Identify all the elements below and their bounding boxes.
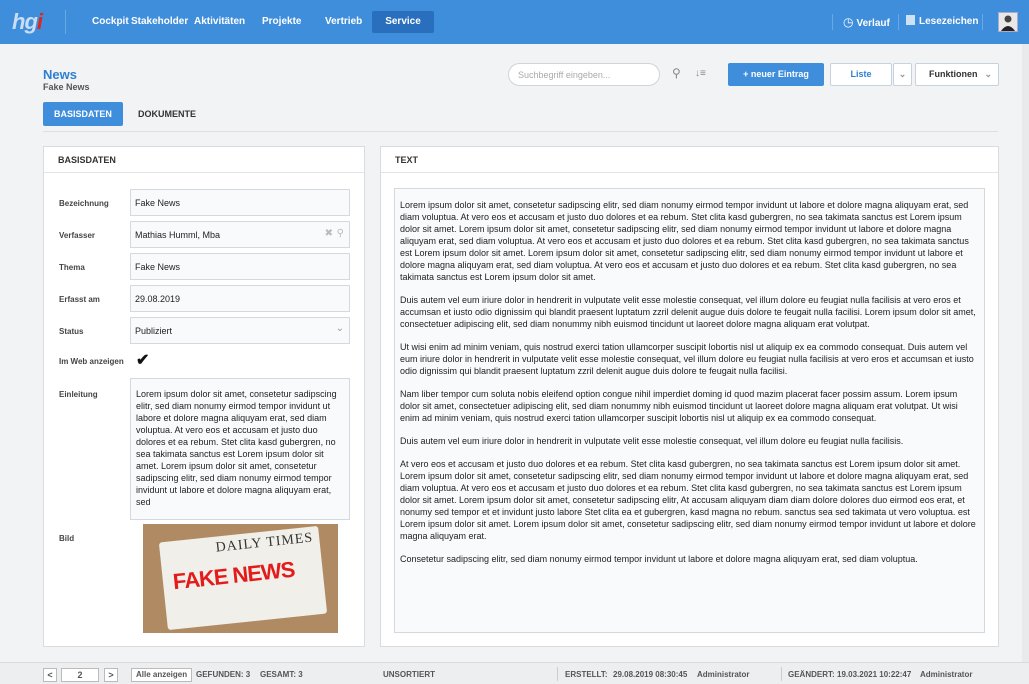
created-by: Administrator	[697, 670, 750, 679]
sort-status: UNSORTIERT	[383, 670, 435, 679]
nav-vertrieb[interactable]: Vertrieb	[314, 0, 373, 44]
status-select[interactable]: Publiziert ⌄	[130, 317, 350, 344]
next-page-button[interactable]: >	[104, 668, 118, 682]
clock-icon: ◷	[843, 15, 854, 29]
total-count: GESAMT: 3	[260, 670, 303, 679]
list-button[interactable]: Liste	[830, 63, 892, 86]
text-paragraph: Ut wisi enim ad minim veniam, quis nostr…	[400, 342, 974, 376]
avatar[interactable]	[998, 12, 1018, 32]
einleitung-label: Einleitung	[59, 390, 98, 399]
footer-divider	[557, 667, 558, 681]
functions-dropdown[interactable]: Funktionen ⌄	[915, 63, 999, 86]
erfasst-field[interactable]: 29.08.2019	[130, 285, 350, 312]
clear-icon[interactable]: ✖	[325, 228, 333, 239]
tabs-divider	[43, 131, 998, 132]
changed-by: Administrator	[920, 670, 973, 679]
einleitung-textarea[interactable]: Lorem ipsum dolor sit amet, consetetur s…	[130, 378, 350, 520]
text-editor[interactable]: Lorem ipsum dolor sit amet, consetetur s…	[394, 188, 985, 633]
bezeichnung-field[interactable]: Fake News	[130, 189, 350, 216]
verlauf-button[interactable]: ◷ Verlauf	[843, 0, 890, 44]
newspaper-headline: FAKE NEWS	[171, 556, 296, 595]
nav-divider	[832, 14, 833, 30]
text-paragraph: Duis autem vel eum iriure dolor in hendr…	[400, 295, 976, 329]
chevron-down-icon[interactable]: ⌄	[893, 63, 912, 86]
status-label: Status	[59, 327, 84, 336]
logo-text: hg	[12, 9, 38, 34]
user-avatar-icon	[999, 13, 1017, 31]
nav-projekte[interactable]: Projekte	[251, 0, 312, 44]
panel-heading: TEXT	[381, 147, 998, 173]
page-subtitle: Fake News	[43, 82, 90, 92]
news-image[interactable]: DAILY TIMES FAKE NEWS	[143, 524, 338, 633]
bezeichnung-label: Bezeichnung	[59, 199, 109, 208]
logo-i: i	[36, 9, 43, 34]
tab-dokumente[interactable]: DOKUMENTE	[127, 102, 207, 126]
changed-timestamp: 19.03.2021 10:22:47	[837, 670, 912, 679]
new-entry-button[interactable]: + neuer Eintrag	[728, 63, 824, 86]
status-footer: < 2 > Alle anzeigen GEFUNDEN: 3 GESAMT: …	[0, 662, 1029, 684]
erfasst-label: Erfasst am	[59, 295, 100, 304]
verlauf-label: Verlauf	[856, 18, 890, 29]
text-paragraph: At vero eos et accusam et justo duo dolo…	[400, 459, 976, 541]
thema-label: Thema	[59, 263, 85, 272]
app-logo[interactable]: hgi	[12, 9, 43, 35]
web-label: Im Web anzeigen	[59, 357, 124, 366]
text-paragraph: Consetetur sadipscing elitr, sed diam no…	[400, 554, 918, 564]
verfasser-field[interactable]: Mathias Humml, Mba ✖ ⚲	[130, 221, 350, 248]
newspaper-graphic: DAILY TIMES FAKE NEWS	[158, 525, 328, 631]
search-input[interactable]: Suchbegriff eingeben...	[508, 63, 660, 86]
verfasser-label: Verfasser	[59, 231, 96, 240]
nav-divider	[898, 14, 899, 30]
text-paragraph: Duis autem vel eum iriure dolor in hendr…	[400, 436, 904, 446]
bookmark-icon	[906, 15, 915, 25]
show-all-button[interactable]: Alle anzeigen	[131, 668, 193, 682]
lesezeichen-label: Lesezeichen	[919, 16, 979, 27]
page-title: News	[43, 67, 77, 82]
created-label: ERSTELLT:	[565, 670, 608, 679]
checkmark-icon[interactable]: ✔	[136, 350, 149, 370]
top-navigation-bar: hgi Cockpit Stakeholder Aktivitäten Proj…	[0, 0, 1029, 44]
sort-icon[interactable]: ↓≡	[695, 68, 706, 79]
text-paragraph: Lorem ipsum dolor sit amet, consetetur s…	[400, 200, 969, 282]
functions-label: Funktionen	[929, 69, 978, 79]
found-count: GEFUNDEN: 3	[196, 670, 251, 679]
nav-aktivitaeten[interactable]: Aktivitäten	[183, 0, 256, 44]
created-timestamp: 29.08.2019 08:30:45	[613, 670, 688, 679]
search-icon[interactable]: ⚲	[672, 66, 681, 80]
lesezeichen-button[interactable]: Lesezeichen	[906, 0, 978, 44]
thema-field[interactable]: Fake News	[130, 253, 350, 280]
chevron-down-icon: ⌄	[335, 323, 344, 334]
tab-basisdaten[interactable]: BASISDATEN	[43, 102, 123, 126]
text-paragraph: Nam liber tempor cum soluta nobis eleife…	[400, 389, 958, 423]
search-icon[interactable]: ⚲	[337, 228, 344, 239]
nav-service[interactable]: Service	[372, 11, 434, 33]
nav-divider	[982, 14, 983, 30]
panel-heading: BASISDATEN	[44, 147, 364, 173]
footer-divider	[781, 667, 782, 681]
changed-label: GEÄNDERT:	[788, 670, 835, 679]
status-value: Publiziert	[135, 326, 173, 336]
prev-page-button[interactable]: <	[43, 668, 57, 682]
newspaper-title: DAILY TIMES	[214, 530, 314, 556]
page-number-input[interactable]: 2	[61, 668, 99, 682]
page-scrollbar[interactable]	[1022, 44, 1029, 662]
bild-label: Bild	[59, 534, 75, 543]
logo-divider	[65, 10, 66, 34]
verfasser-value: Mathias Humml, Mba	[135, 230, 221, 240]
chevron-down-icon: ⌄	[984, 69, 992, 79]
